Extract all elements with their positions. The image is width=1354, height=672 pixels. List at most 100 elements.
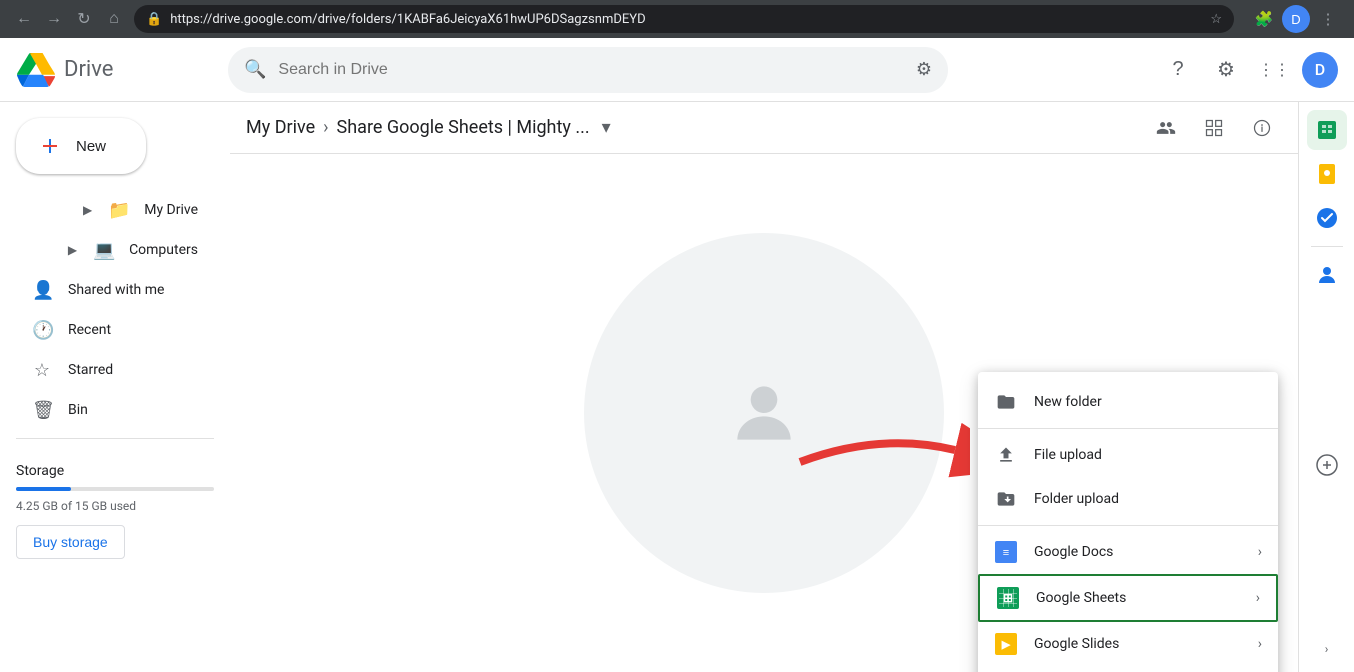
shared-icon: 👤 bbox=[32, 280, 52, 301]
menu-divider-1 bbox=[978, 428, 1278, 429]
right-sidebar-keep[interactable] bbox=[1307, 154, 1347, 194]
google-docs-icon: ≡ bbox=[994, 540, 1018, 564]
url-text: https://drive.google.com/drive/folders/1… bbox=[170, 12, 1202, 27]
storage-section: Storage 4.25 GB of 15 GB used Buy storag… bbox=[0, 447, 230, 567]
app-layout: Drive 🔍 ⚙ ? ⚙ ⋮⋮ D bbox=[0, 38, 1354, 672]
new-label: New bbox=[76, 138, 106, 155]
lock-icon: 🔒 bbox=[146, 12, 162, 27]
tune-icon[interactable]: ⚙ bbox=[916, 59, 932, 80]
computers-icon: 💻 bbox=[93, 240, 113, 261]
info-icon bbox=[1252, 118, 1272, 138]
breadcrumb-parent[interactable]: My Drive bbox=[246, 117, 315, 138]
menu-divider-2 bbox=[978, 525, 1278, 526]
google-sheets-icon: ⊞ bbox=[996, 586, 1020, 610]
sidebar-item-shared[interactable]: 👤 Shared with me bbox=[0, 270, 214, 310]
bin-icon: 🗑 bbox=[32, 400, 52, 421]
right-sidebar-tasks[interactable] bbox=[1307, 198, 1347, 238]
google-slides-label: Google Slides bbox=[1034, 636, 1242, 652]
info-button[interactable] bbox=[1242, 108, 1282, 148]
folder-upload-label: Folder upload bbox=[1034, 491, 1262, 507]
menu-item-google-sheets[interactable]: ⊞ Google Sheets › bbox=[978, 574, 1278, 622]
bookmark-icon[interactable]: ☆ bbox=[1210, 12, 1222, 27]
sidebar-item-my-drive[interactable]: ▶ 📁 My Drive bbox=[0, 190, 214, 230]
home-button[interactable]: ⌂ bbox=[102, 7, 126, 31]
storage-bar-fill bbox=[16, 487, 71, 491]
search-input[interactable] bbox=[278, 61, 903, 79]
address-bar[interactable]: 🔒 https://drive.google.com/drive/folders… bbox=[134, 5, 1234, 33]
google-docs-label: Google Docs bbox=[1034, 544, 1242, 560]
user-avatar[interactable]: D bbox=[1302, 52, 1338, 88]
sidebar-item-starred[interactable]: ☆ Starred bbox=[0, 350, 214, 390]
sidebar-divider bbox=[16, 438, 214, 439]
storage-used-text: 4.25 GB of 15 GB used bbox=[16, 499, 214, 513]
new-button[interactable]: New bbox=[16, 118, 146, 174]
file-upload-icon bbox=[994, 443, 1018, 467]
my-drive-icon: 📁 bbox=[108, 200, 128, 221]
tasks-icon bbox=[1315, 206, 1339, 230]
arrow-pointer bbox=[790, 422, 970, 486]
menu-item-folder-upload[interactable]: Folder upload bbox=[978, 477, 1278, 521]
buy-storage-button[interactable]: Buy storage bbox=[16, 525, 125, 559]
grid-icon bbox=[1204, 118, 1224, 138]
shared-label: Shared with me bbox=[68, 282, 164, 298]
right-sidebar-add[interactable] bbox=[1307, 445, 1347, 485]
google-sheets-label: Google Sheets bbox=[1036, 590, 1240, 606]
menu-item-google-forms[interactable]: 📋 Google Forms › bbox=[978, 666, 1278, 672]
menu-item-google-docs[interactable]: ≡ Google Docs › bbox=[978, 530, 1278, 574]
sheets-arrow-icon: › bbox=[1256, 590, 1260, 606]
add-icon bbox=[1315, 453, 1339, 477]
share-icon bbox=[1156, 118, 1176, 138]
search-icon: 🔍 bbox=[244, 59, 266, 80]
my-drive-label: My Drive bbox=[144, 202, 198, 218]
sidebar-item-recent[interactable]: 🕐 Recent bbox=[0, 310, 214, 350]
starred-icon: ☆ bbox=[32, 360, 52, 381]
grid-view-button[interactable] bbox=[1194, 108, 1234, 148]
menu-item-file-upload[interactable]: File upload bbox=[978, 433, 1278, 477]
menu-button[interactable]: ⋮ bbox=[1314, 5, 1342, 33]
app-name: Drive bbox=[64, 57, 113, 82]
breadcrumb-separator: › bbox=[323, 117, 328, 138]
right-sidebar-contacts[interactable] bbox=[1307, 255, 1347, 295]
slides-arrow-icon: › bbox=[1258, 636, 1262, 652]
browser-nav-buttons: ← → ↻ ⌂ bbox=[12, 7, 126, 31]
contacts-icon bbox=[1315, 263, 1339, 287]
drive-logo-icon bbox=[16, 53, 56, 87]
new-folder-icon bbox=[994, 390, 1018, 414]
topbar: Drive 🔍 ⚙ ? ⚙ ⋮⋮ D bbox=[0, 38, 1354, 102]
extensions-button[interactable]: 🧩 bbox=[1250, 5, 1278, 33]
file-upload-label: File upload bbox=[1034, 447, 1262, 463]
forward-button[interactable]: → bbox=[42, 7, 66, 31]
right-sidebar-expand[interactable]: › bbox=[1317, 634, 1337, 664]
back-button[interactable]: ← bbox=[12, 7, 36, 31]
menu-item-google-slides[interactable]: ▶ Google Slides › bbox=[978, 622, 1278, 666]
settings-button[interactable]: ⚙ bbox=[1206, 50, 1246, 90]
sidebar-item-bin[interactable]: 🗑 Bin bbox=[0, 390, 214, 430]
help-button[interactable]: ? bbox=[1158, 50, 1198, 90]
sheets-app-icon bbox=[1315, 118, 1339, 142]
new-button-wrap: New bbox=[0, 110, 230, 190]
sidebar: New ▶ 📁 My Drive ▶ 💻 Computers 👤 Shared … bbox=[0, 102, 230, 672]
storage-label: Storage bbox=[16, 463, 214, 479]
search-bar[interactable]: 🔍 ⚙ bbox=[228, 47, 948, 93]
reload-button[interactable]: ↻ bbox=[72, 7, 96, 31]
main-area: New ▶ 📁 My Drive ▶ 💻 Computers 👤 Shared … bbox=[0, 102, 1354, 672]
menu-item-new-folder[interactable]: New folder bbox=[978, 380, 1278, 424]
drop-circle bbox=[584, 233, 944, 593]
apps-button[interactable]: ⋮⋮ bbox=[1254, 50, 1294, 90]
breadcrumb-bar: My Drive › Share Google Sheets | Mighty … bbox=[230, 102, 1298, 154]
keep-icon bbox=[1315, 162, 1339, 186]
sidebar-item-computers[interactable]: ▶ 💻 Computers bbox=[0, 230, 214, 270]
profile-button[interactable]: D bbox=[1282, 5, 1310, 33]
breadcrumb-actions bbox=[1146, 108, 1282, 148]
share-button[interactable] bbox=[1146, 108, 1186, 148]
breadcrumb-dropdown-icon[interactable]: ▾ bbox=[602, 117, 611, 138]
new-plus-icon bbox=[36, 132, 64, 160]
context-menu: New folder File upload bbox=[978, 372, 1278, 672]
google-slides-icon: ▶ bbox=[994, 632, 1018, 656]
logo-area: Drive bbox=[16, 53, 216, 87]
computers-label: Computers bbox=[129, 242, 198, 258]
right-sidebar-sheets-app[interactable] bbox=[1307, 110, 1347, 150]
new-folder-label: New folder bbox=[1034, 394, 1262, 410]
browser-chrome: ← → ↻ ⌂ 🔒 https://drive.google.com/drive… bbox=[0, 0, 1354, 38]
expand-icon: ▶ bbox=[68, 243, 77, 257]
